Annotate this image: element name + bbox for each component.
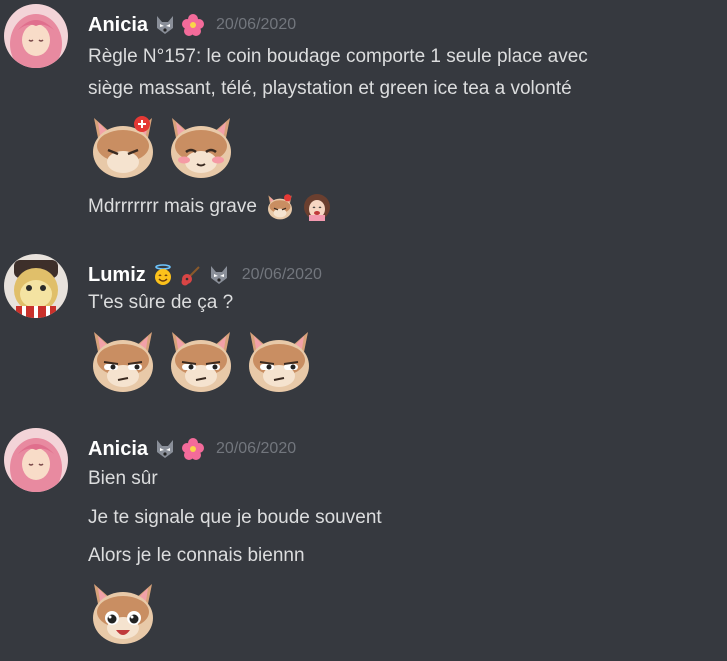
- timestamp: 20/06/2020: [241, 266, 322, 283]
- message-group: Anicia 20/06/2020 Règle N°157: le coin b…: [0, 4, 727, 234]
- timestamp: 20/06/2020: [216, 16, 297, 33]
- hibiscus-icon: [182, 14, 205, 36]
- angry-cat-emote[interactable]: [88, 112, 158, 182]
- wolf-icon: [154, 438, 176, 460]
- suspicious-cat-emote[interactable]: [88, 326, 158, 396]
- emote-row: [88, 112, 244, 182]
- message-header: Lumiz 20/06/2020: [88, 262, 322, 288]
- username[interactable]: Lumiz: [88, 264, 146, 287]
- guitar-icon: [180, 264, 202, 286]
- message-text: siège massant, télé, playstation et gree…: [88, 78, 572, 99]
- avatar[interactable]: [4, 254, 68, 318]
- timestamp: 20/06/2020: [216, 440, 297, 457]
- suspicious-cat-emote[interactable]: [166, 326, 236, 396]
- avatar[interactable]: [4, 4, 68, 68]
- message-text: Règle N°157: le coin boudage comporte 1 …: [88, 46, 588, 67]
- message-text: Mdrrrrrrr mais grave: [88, 192, 331, 222]
- wolf-icon: [208, 264, 230, 286]
- happy-cat-emote[interactable]: [88, 578, 158, 648]
- message-group: Anicia 20/06/2020 Bien sûr Je te signale…: [0, 428, 727, 658]
- message-text-content: Mdrrrrrrr mais grave: [88, 196, 257, 217]
- emote-row: [88, 326, 322, 396]
- username[interactable]: Anicia: [88, 14, 148, 37]
- emote-row: [88, 578, 166, 648]
- message-header: Anicia 20/06/2020: [88, 436, 296, 462]
- laughing-girl-emote[interactable]: [303, 193, 331, 221]
- blushing-cat-emote[interactable]: [166, 112, 236, 182]
- angry-cat-emote[interactable]: [266, 193, 294, 221]
- message-text: Bien sûr: [88, 468, 158, 489]
- username[interactable]: Anicia: [88, 438, 148, 461]
- avatar[interactable]: [4, 428, 68, 492]
- suspicious-cat-emote[interactable]: [244, 326, 314, 396]
- message-text: T'es sûre de ça ?: [88, 292, 234, 313]
- message-group: Lumiz 20/06/2020 T'es sûre de ça ?: [0, 254, 727, 404]
- message-text: Alors je le connais biennn: [88, 545, 305, 566]
- halo-smile-icon: [152, 264, 174, 286]
- wolf-icon: [154, 14, 176, 36]
- message-header: Anicia 20/06/2020: [88, 12, 296, 38]
- message-text: Je te signale que je boude souvent: [88, 507, 382, 528]
- hibiscus-icon: [182, 438, 205, 460]
